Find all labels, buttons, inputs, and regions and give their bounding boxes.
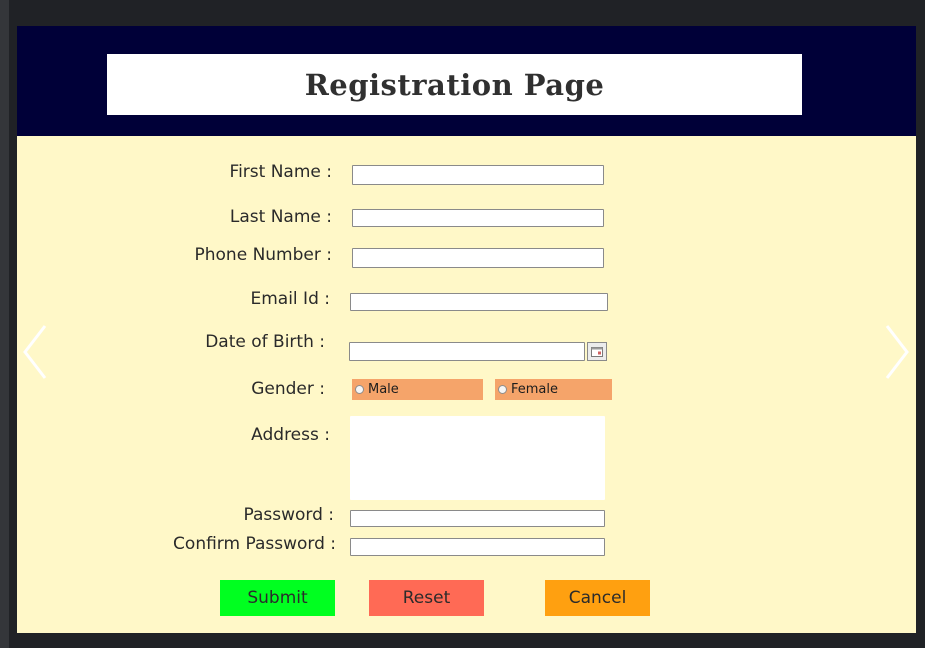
address-textarea[interactable] [350,416,605,500]
last-name-label: Last Name : [229,207,332,227]
header-band: Registration Page [17,26,916,136]
address-label: Address : [251,425,330,445]
first-name-input[interactable] [352,165,604,185]
reset-button[interactable]: Reset [369,580,484,616]
gender-option-female[interactable]: Female [495,379,612,400]
gender-option-label: Female [511,382,559,397]
page-title: Registration Page [304,67,605,102]
password-input[interactable] [350,510,605,527]
phone-number-input[interactable] [352,248,604,268]
chevron-left-icon[interactable] [19,322,53,382]
first-name-label: First Name : [229,162,332,182]
registration-panel: Registration Page First Name : Last Name… [17,26,916,633]
date-of-birth-picker [349,342,609,361]
radio-button-male[interactable] [355,385,364,394]
cancel-button[interactable]: Cancel [545,580,650,616]
email-label: Email Id : [250,289,330,309]
chevron-right-icon[interactable] [879,322,913,382]
date-of-birth-label: Date of Birth : [205,332,325,352]
date-of-birth-input[interactable] [349,342,585,361]
gender-option-male[interactable]: Male [352,379,483,400]
last-name-input[interactable] [352,209,604,227]
submit-button[interactable]: Submit [220,580,335,616]
confirm-password-label: Confirm Password : [173,534,336,554]
phone-number-label: Phone Number : [194,245,333,265]
window-edge [0,0,9,648]
confirm-password-input[interactable] [350,538,605,556]
password-label: Password : [243,505,334,525]
title-box: Registration Page [107,54,802,115]
gender-option-label: Male [368,382,399,397]
calendar-icon[interactable] [587,342,607,361]
gender-label: Gender : [251,379,325,399]
radio-button-female[interactable] [498,385,507,394]
email-input[interactable] [350,293,608,311]
